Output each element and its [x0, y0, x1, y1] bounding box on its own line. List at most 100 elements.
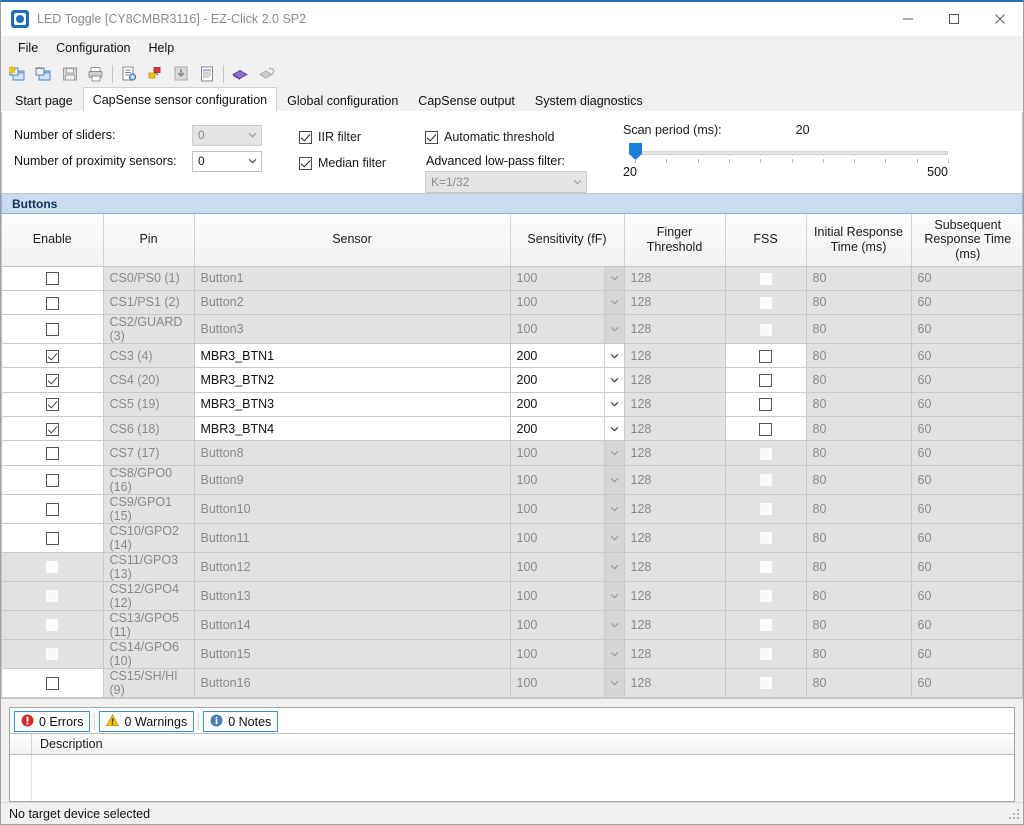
apply-settings-icon[interactable] [142, 62, 168, 86]
cell-fss[interactable] [725, 668, 807, 698]
enable-checkbox[interactable] [46, 619, 59, 632]
cell-sensitivity[interactable]: 100 [510, 639, 625, 669]
chevron-down-icon[interactable] [603, 465, 624, 494]
col-fss[interactable]: FSS [725, 214, 807, 267]
new-project-icon[interactable] [5, 62, 31, 86]
cell-sensor[interactable]: Button10 [194, 494, 511, 524]
cell-enable[interactable] [2, 494, 104, 524]
table-row[interactable]: CS1/PS1 (2) Button2 100 128 80 60 [2, 290, 1022, 316]
cell-enable[interactable] [2, 523, 104, 553]
tab-capsense-sensor-configuration[interactable]: CapSense sensor configuration [82, 87, 278, 111]
cell-enable[interactable] [2, 343, 104, 369]
fss-checkbox[interactable] [759, 297, 772, 310]
warnings-button[interactable]: 0 Warnings [99, 711, 195, 733]
cell-enable[interactable] [2, 367, 104, 393]
cell-fss[interactable] [725, 290, 807, 316]
fss-checkbox[interactable] [759, 677, 772, 690]
cell-enable[interactable] [2, 639, 104, 669]
cell-sensor[interactable]: Button1 [194, 266, 511, 291]
chevron-down-icon[interactable] [603, 266, 624, 290]
chevron-down-icon[interactable] [603, 315, 624, 344]
col-enable[interactable]: Enable [2, 214, 104, 267]
cell-sensor[interactable]: Button13 [194, 581, 511, 611]
fss-checkbox[interactable] [759, 323, 772, 336]
message-list-body[interactable] [10, 754, 1014, 801]
chip-icon[interactable] [227, 62, 253, 86]
cell-sensitivity[interactable]: 100 [510, 465, 625, 495]
cell-fss[interactable] [725, 392, 807, 417]
cell-enable[interactable] [2, 266, 104, 291]
cell-sensitivity[interactable]: 100 [510, 668, 625, 698]
notes-button[interactable]: 0 Notes [203, 711, 279, 733]
cell-sensitivity[interactable]: 100 [510, 440, 625, 466]
fss-checkbox[interactable] [759, 561, 772, 574]
cell-enable[interactable] [2, 290, 104, 316]
cell-sensor[interactable]: Button15 [194, 639, 511, 669]
slider-thumb[interactable] [629, 143, 642, 160]
cell-fss[interactable] [725, 523, 807, 553]
chevron-down-icon[interactable] [603, 610, 624, 639]
table-row[interactable]: CS10/GPO2 (14) Button11 100 128 80 60 [2, 523, 1022, 553]
report-icon[interactable] [194, 62, 220, 86]
cell-sensor[interactable]: Button9 [194, 465, 511, 495]
table-row[interactable]: CS3 (4) MBR3_BTN1 200 128 80 60 [2, 343, 1022, 369]
cell-enable[interactable] [2, 392, 104, 417]
enable-checkbox[interactable] [45, 422, 59, 436]
cell-fss[interactable] [725, 610, 807, 640]
enable-checkbox[interactable] [45, 676, 59, 690]
cell-sensitivity[interactable]: 200 [510, 367, 625, 393]
enable-checkbox[interactable] [45, 272, 59, 286]
cell-sensor[interactable]: Button14 [194, 610, 511, 640]
chevron-down-icon[interactable] [603, 581, 624, 610]
number-of-sliders-select[interactable]: 0 [192, 124, 262, 146]
col-pin[interactable]: Pin [103, 214, 195, 267]
col-sensitivity[interactable]: Sensitivity (fF) [510, 214, 625, 267]
enable-checkbox[interactable] [46, 561, 59, 574]
median-filter-checkbox[interactable]: Median filter [299, 150, 425, 176]
resize-grip[interactable] [1008, 809, 1020, 821]
cell-fss[interactable] [725, 314, 807, 345]
cell-enable[interactable] [2, 668, 104, 698]
table-row[interactable]: CS2/GUARD (3) Button3 100 128 80 60 [2, 314, 1022, 345]
enable-checkbox[interactable] [45, 502, 59, 516]
cell-sensor[interactable]: Button8 [194, 440, 511, 466]
cell-enable[interactable] [2, 314, 104, 345]
cell-fss[interactable] [725, 581, 807, 611]
automatic-threshold-checkbox[interactable]: Automatic threshold [425, 124, 615, 150]
cell-enable[interactable] [2, 581, 104, 611]
cell-sensor[interactable]: MBR3_BTN3 [194, 392, 511, 417]
table-row[interactable]: CS14/GPO6 (10) Button15 100 128 80 60 [2, 639, 1022, 669]
cell-sensitivity[interactable]: 100 [510, 314, 625, 345]
table-row[interactable]: CS4 (20) MBR3_BTN2 200 128 80 60 [2, 367, 1022, 393]
cell-sensor[interactable]: MBR3_BTN2 [194, 367, 511, 393]
cell-sensitivity[interactable]: 100 [510, 523, 625, 553]
cell-sensitivity[interactable]: 100 [510, 610, 625, 640]
table-row[interactable]: CS8/GPO0 (16) Button9 100 128 80 60 [2, 465, 1022, 495]
cell-fss[interactable] [725, 343, 807, 369]
menu-file[interactable]: File [9, 38, 47, 58]
cell-enable[interactable] [2, 610, 104, 640]
table-row[interactable]: CS9/GPO1 (15) Button10 100 128 80 60 [2, 494, 1022, 524]
cell-sensor[interactable]: MBR3_BTN1 [194, 343, 511, 369]
chevron-down-icon[interactable] [603, 368, 624, 392]
enable-checkbox[interactable] [46, 648, 59, 661]
cell-sensitivity[interactable]: 100 [510, 552, 625, 582]
fss-checkbox[interactable] [759, 590, 772, 603]
menu-configuration[interactable]: Configuration [47, 38, 139, 58]
fss-checkbox[interactable] [759, 474, 772, 487]
cell-fss[interactable] [725, 552, 807, 582]
table-row[interactable]: CS11/GPO3 (13) Button12 100 128 80 60 [2, 552, 1022, 582]
enable-checkbox[interactable] [45, 374, 59, 388]
tab-global-configuration[interactable]: Global configuration [277, 89, 409, 111]
fss-checkbox[interactable] [759, 272, 772, 285]
tab-capsense-output[interactable]: CapSense output [408, 89, 525, 111]
cell-enable[interactable] [2, 465, 104, 495]
cell-enable[interactable] [2, 440, 104, 466]
minimize-button[interactable] [885, 2, 931, 36]
fss-checkbox[interactable] [759, 422, 772, 436]
iir-filter-checkbox[interactable]: IIR filter [299, 124, 425, 150]
cell-fss[interactable] [725, 266, 807, 291]
cell-enable[interactable] [2, 552, 104, 582]
advanced-low-pass-filter-select[interactable]: K=1/32 [425, 171, 587, 193]
enable-checkbox[interactable] [45, 473, 59, 487]
